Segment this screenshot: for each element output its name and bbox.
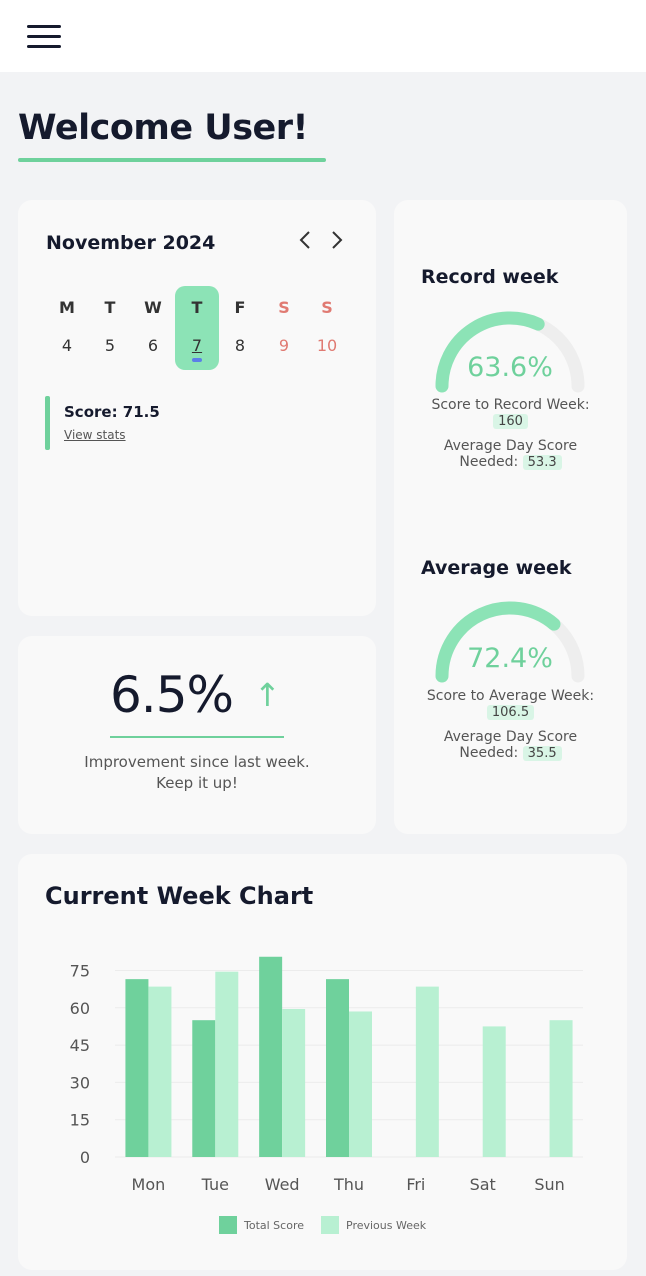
chevron-right-icon[interactable] bbox=[324, 228, 348, 252]
improvement-value: 6.5% bbox=[110, 666, 234, 724]
average-week-avg-row: Average Day Score Needed: 35.5 bbox=[394, 729, 627, 761]
y-tick-label: 15 bbox=[70, 1111, 90, 1130]
record-week-score-label: Score to Record Week: bbox=[431, 397, 590, 413]
x-tick-label: Sun bbox=[534, 1175, 564, 1194]
calendar-day-5[interactable]: T5 bbox=[88, 286, 132, 370]
bar-total-score bbox=[125, 979, 149, 1157]
record-week-avg-row: Average Day Score Needed: 53.3 bbox=[394, 438, 627, 470]
average-week-score-row: Score to Average Week: 106.5 bbox=[394, 688, 627, 720]
average-week-title: Average week bbox=[421, 557, 572, 579]
week-gauges-card: Record week 63.6% Score to Record Week: … bbox=[394, 200, 627, 834]
today-indicator-dot bbox=[192, 358, 202, 362]
calendar-day-name: S bbox=[278, 298, 290, 317]
title-underline bbox=[18, 158, 326, 162]
calendar-day-name: W bbox=[144, 298, 162, 317]
calendar-day-number: 5 bbox=[104, 336, 116, 355]
calendar-day-name: T bbox=[104, 298, 116, 317]
y-tick-label: 30 bbox=[70, 1073, 90, 1092]
chevron-left-icon[interactable] bbox=[294, 228, 318, 252]
average-week-avg-label-1: Average Day Score bbox=[443, 729, 578, 745]
current-week-chart-card: Current Week Chart 0 15 30 45 60 75 Mon Tue Wed T… bbox=[18, 854, 627, 1270]
y-tick-label: 0 bbox=[80, 1148, 90, 1167]
calendar-day-9[interactable]: S9 bbox=[262, 286, 306, 370]
improvement-underline bbox=[110, 736, 284, 738]
bar-previous-week bbox=[215, 971, 239, 1157]
bar-previous-week bbox=[415, 986, 439, 1157]
calendar-day-4[interactable]: M4 bbox=[45, 286, 89, 370]
top-bar bbox=[0, 0, 646, 72]
bar-previous-week bbox=[549, 1020, 573, 1157]
average-week-score-value: 106.5 bbox=[486, 705, 535, 720]
improvement-message: Improvement since last week. Keep it up! bbox=[18, 752, 376, 794]
calendar-day-10[interactable]: S 10 bbox=[305, 286, 349, 370]
y-tick-label: 75 bbox=[70, 961, 90, 980]
average-week-score-label: Score to Average Week: bbox=[426, 688, 595, 704]
bar-total-score bbox=[192, 1020, 216, 1157]
y-tick-label: 45 bbox=[70, 1036, 90, 1055]
calendar-day-6[interactable]: W6 bbox=[131, 286, 175, 370]
score-indicator-bar bbox=[45, 396, 50, 450]
chart-title: Current Week Chart bbox=[45, 882, 314, 910]
hamburger-menu-icon[interactable] bbox=[27, 24, 63, 50]
improvement-card: 6.5% ↑ Improvement since last week. Keep… bbox=[18, 636, 376, 834]
x-tick-label: Fri bbox=[406, 1175, 425, 1194]
calendar-day-name: S bbox=[321, 298, 333, 317]
bar-previous-week bbox=[349, 1011, 372, 1157]
record-week-avg-label-2: Needed: bbox=[459, 454, 519, 470]
calendar-day-name: F bbox=[234, 298, 246, 317]
legend-swatch bbox=[219, 1216, 237, 1234]
average-week-percent: 72.4% bbox=[467, 643, 553, 674]
calendar-day-7[interactable]: T7 bbox=[175, 286, 219, 370]
calendar-day-name: T bbox=[191, 298, 203, 317]
calendar-day-number: 8 bbox=[234, 336, 246, 355]
bar-total-score bbox=[259, 956, 283, 1157]
page-title: Welcome User! bbox=[18, 108, 309, 148]
y-tick-label: 60 bbox=[70, 999, 90, 1018]
calendar-day-number: 10 bbox=[316, 336, 338, 355]
arrow-up-icon: ↑ bbox=[254, 676, 281, 714]
calendar-day-number: 4 bbox=[61, 336, 73, 355]
calendar-day-number: 9 bbox=[278, 336, 290, 355]
calendar-day-number: 7 bbox=[191, 336, 203, 355]
bar-previous-week bbox=[482, 1026, 506, 1157]
legend-label: Previous Week bbox=[346, 1219, 427, 1232]
x-tick-label: Thu bbox=[333, 1175, 364, 1194]
calendar-day-8[interactable]: F8 bbox=[218, 286, 262, 370]
bar-chart: 0 15 30 45 60 75 Mon Tue Wed Thu Fri Sat Sun Total Sc… bbox=[70, 956, 583, 1234]
view-stats-link[interactable]: View stats bbox=[64, 428, 126, 442]
record-week-avg-value: 53.3 bbox=[522, 455, 562, 470]
x-tick-label: Sat bbox=[470, 1175, 496, 1194]
legend-label: Total Score bbox=[243, 1219, 304, 1232]
x-tick-label: Tue bbox=[201, 1175, 229, 1194]
x-tick-label: Wed bbox=[265, 1175, 300, 1194]
bar-previous-week bbox=[148, 986, 172, 1157]
legend-swatch bbox=[321, 1216, 339, 1234]
record-week-percent: 63.6% bbox=[467, 352, 553, 383]
calendar-card: November 2024 M 4 T 5 W 6 T 7 F 8 S 9 S 10 Score: 71.… bbox=[18, 200, 376, 616]
x-tick-label: Mon bbox=[132, 1175, 166, 1194]
improvement-line-1: Improvement since last week. bbox=[84, 753, 310, 771]
record-week-avg-label-1: Average Day Score bbox=[443, 438, 578, 454]
calendar-day-number: 6 bbox=[147, 336, 159, 355]
record-week-title: Record week bbox=[421, 266, 559, 288]
average-week-avg-label-2: Needed: bbox=[459, 745, 519, 761]
bar-total-score bbox=[326, 979, 349, 1157]
score-label: Score: 71.5 bbox=[64, 403, 160, 421]
calendar-month-label: November 2024 bbox=[46, 232, 216, 254]
bar-previous-week bbox=[282, 1008, 306, 1157]
calendar-day-name: M bbox=[59, 298, 75, 317]
average-week-avg-value: 35.5 bbox=[522, 746, 562, 761]
improvement-line-2: Keep it up! bbox=[156, 774, 238, 792]
record-week-score-row: Score to Record Week: 160 bbox=[394, 397, 627, 429]
record-week-score-value: 160 bbox=[493, 414, 528, 429]
